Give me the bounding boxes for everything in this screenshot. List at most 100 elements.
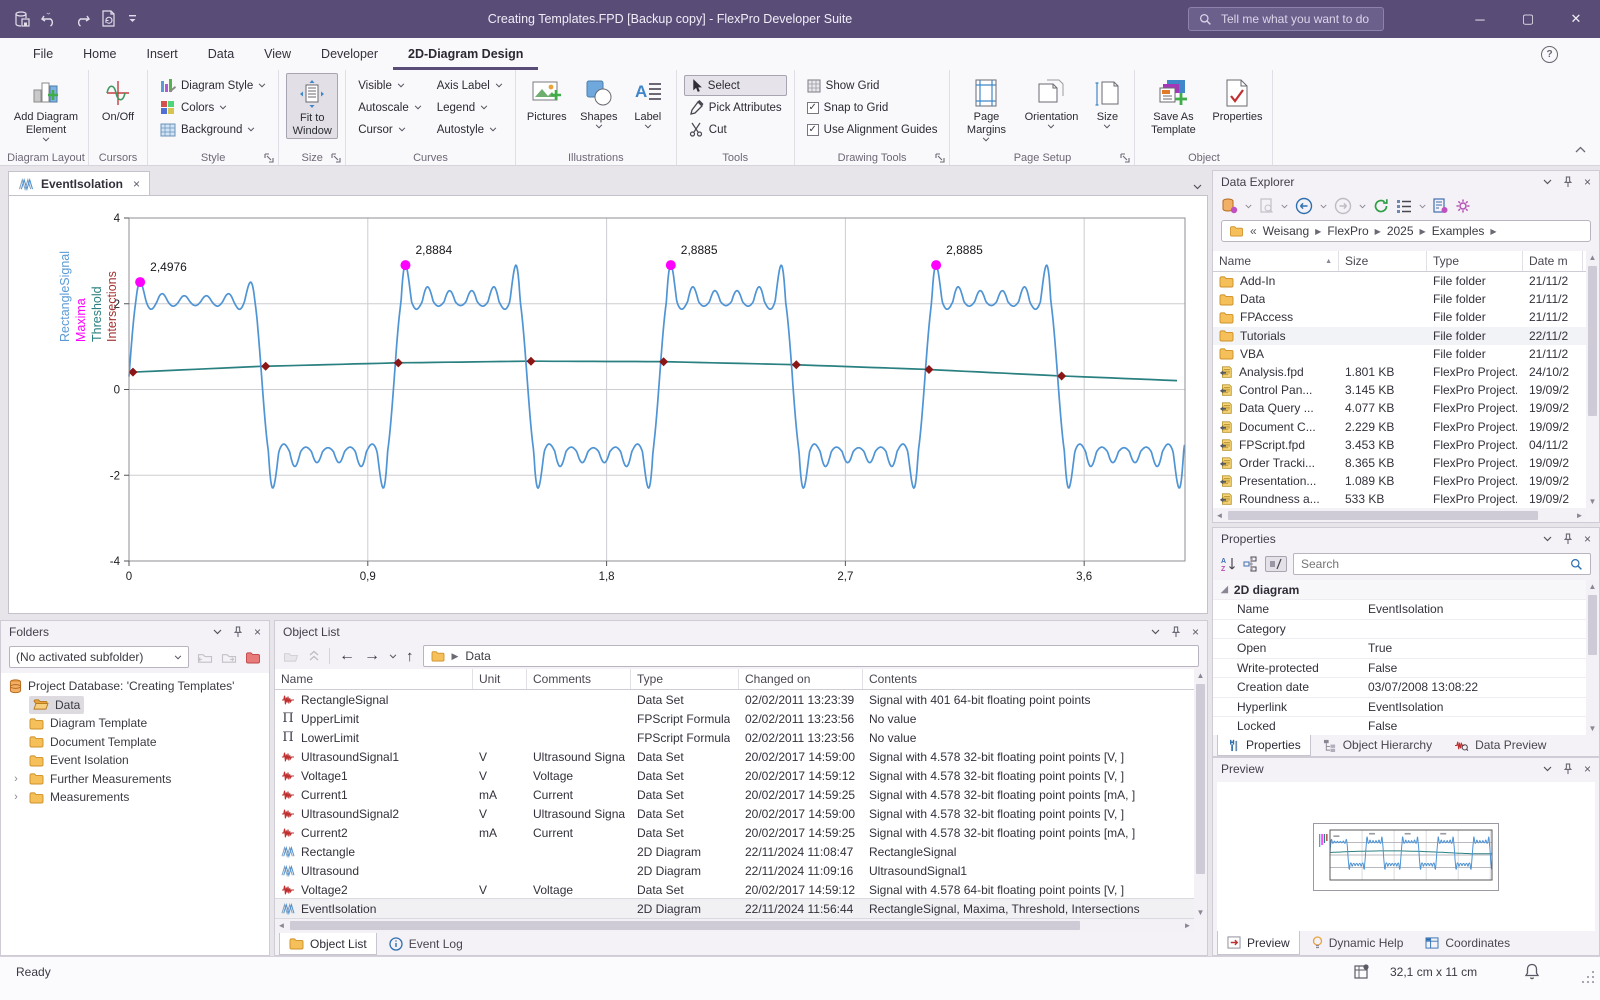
menu-tab-insert[interactable]: Insert <box>132 38 193 70</box>
object-row-upperlimit[interactable]: ΠUpperLimitFPScript Formula02/02/2011 13… <box>275 709 1194 728</box>
explorer-row-tutorials[interactable]: TutorialsFile folder22/11/2 <box>1213 327 1586 345</box>
properties-search-input[interactable] <box>1301 557 1564 571</box>
breadcrumb-item-examples[interactable]: Examples <box>1432 224 1485 238</box>
selected-folder[interactable]: Data <box>29 696 84 714</box>
object-row-ultrasoundsignal1[interactable]: UltrasoundSignal1VUltrasound SignalData … <box>275 747 1194 766</box>
folder-tree-root[interactable]: Project Database: 'Creating Templates' <box>9 677 269 696</box>
background-button[interactable]: Background <box>155 119 271 140</box>
expander-icon[interactable]: ◢ <box>1221 584 1228 595</box>
chevron-down-icon[interactable] <box>1359 204 1366 209</box>
save-database-icon[interactable] <box>14 11 30 28</box>
tab-eventisolation[interactable]: EventIsolation × <box>8 171 150 196</box>
panel-menu-chevron-icon[interactable] <box>1543 179 1552 185</box>
page-setup-status-icon[interactable] <box>1354 963 1371 980</box>
refresh-icon[interactable] <box>1373 198 1389 214</box>
customize-toolbar-icon[interactable] <box>128 15 137 24</box>
explorer-row-document-c-[interactable]: Document C...2.229 KBFlexPro Project...1… <box>1213 418 1586 436</box>
explorer-row-presentation-[interactable]: Presentation...1.089 KBFlexPro Project..… <box>1213 472 1586 490</box>
explorer-row-vba[interactable]: VBAFile folder21/11/2 <box>1213 345 1586 363</box>
property-row-open[interactable]: OpenTrue <box>1213 639 1586 659</box>
property-row-locked[interactable]: LockedFalse <box>1213 717 1586 735</box>
help-icon[interactable]: ? <box>1541 46 1558 63</box>
history-chevron-icon[interactable] <box>389 654 397 659</box>
close-tab-icon[interactable]: × <box>133 177 140 191</box>
preview-thumbnail[interactable] <box>1313 823 1499 891</box>
tab-list-chevron-icon[interactable] <box>1193 184 1202 190</box>
object-row-lowerlimit[interactable]: ΠLowerLimitFPScript Formula02/02/2011 13… <box>275 728 1194 747</box>
property-row-category[interactable]: Category <box>1213 620 1586 640</box>
database-new-icon[interactable] <box>1221 198 1238 214</box>
property-row-name[interactable]: NameEventIsolation <box>1213 600 1586 620</box>
tab-dynamic-help[interactable]: Dynamic Help <box>1302 931 1414 955</box>
orientation-button[interactable]: Orientation <box>1020 73 1082 129</box>
page-margins-button[interactable]: Page Margins <box>957 73 1015 142</box>
column-header-unit[interactable]: Unit <box>473 669 527 689</box>
collapse-ribbon-icon[interactable] <box>1575 146 1586 153</box>
folder-tree-item-data[interactable]: Data <box>9 696 269 715</box>
add-diagram-element-button[interactable]: Add Diagram Element <box>11 73 81 142</box>
navigate-forward-icon[interactable] <box>1334 197 1352 215</box>
explorer-row-fpscript-fpd[interactable]: FPScript.fpd3.453 KBFlexPro Project...04… <box>1213 436 1586 454</box>
object-list-breadcrumb[interactable]: ▶ Data <box>423 645 1200 667</box>
page-size-button[interactable]: Size <box>1087 73 1127 129</box>
forward-icon[interactable]: → <box>364 647 380 665</box>
save-as-template-button[interactable]: Save As Template <box>1142 73 1204 137</box>
dialog-launcher-icon[interactable] <box>331 153 341 163</box>
tab-data-preview[interactable]: Data Preview <box>1444 735 1556 756</box>
tab-event-log[interactable]: Event Log <box>379 933 473 955</box>
navigate-back-icon[interactable] <box>1295 197 1313 215</box>
properties-vscrollbar[interactable]: ▲ ▼ <box>1586 580 1599 735</box>
chevron-down-icon[interactable] <box>1281 204 1288 209</box>
menu-tab-home[interactable]: Home <box>68 38 131 70</box>
dialog-launcher-icon[interactable] <box>935 153 945 163</box>
expand-chevron-icon[interactable]: › <box>9 791 23 803</box>
folder-tree-item-event-isolation[interactable]: Event Isolation <box>9 751 269 770</box>
tab-coordinates[interactable]: Coordinates <box>1415 931 1520 955</box>
property-row-creation-date[interactable]: Creation date03/07/2008 13:08:22 <box>1213 678 1586 698</box>
sort-az-icon[interactable]: AZ <box>1221 556 1237 572</box>
curves-cursor-button[interactable]: Cursor <box>353 119 427 140</box>
data-explorer-hscrollbar[interactable]: ◄ ► <box>1213 509 1586 522</box>
pictures-button[interactable]: Pictures <box>523 73 571 124</box>
chevron-down-icon[interactable] <box>1245 204 1252 209</box>
menu-tab-developer[interactable]: Developer <box>306 38 393 70</box>
explorer-row-data[interactable]: DataFile folder21/11/2 <box>1213 290 1586 308</box>
data-explorer-vscrollbar[interactable]: ▲ ▼ <box>1586 251 1599 508</box>
view-details-icon[interactable] <box>1396 199 1412 213</box>
curves-legend-button[interactable]: Legend <box>432 97 508 118</box>
close-panel-icon[interactable]: × <box>1192 625 1199 639</box>
explorer-row-analysis-fpd[interactable]: Analysis.fpd1.801 KBFlexPro Project...24… <box>1213 363 1586 381</box>
curves-axis-label-button[interactable]: Axis Label <box>432 75 508 96</box>
folder-tree-item-document-template[interactable]: Document Template <box>9 733 269 752</box>
data-explorer-breadcrumb[interactable]: « Weisang▶FlexPro▶2025▶Examples▶ <box>1221 220 1591 242</box>
expand-chevron-icon[interactable]: › <box>9 773 23 785</box>
object-row-voltage2[interactable]: Voltage2VVoltageData Set20/02/2017 14:59… <box>275 880 1194 899</box>
notifications-bell-icon[interactable] <box>1524 963 1540 980</box>
explorer-row-add-in[interactable]: Add-InFile folder21/11/2 <box>1213 272 1586 290</box>
pin-icon[interactable] <box>1563 763 1573 775</box>
object-row-current2[interactable]: Current2mACurrentData Set20/02/2017 14:5… <box>275 823 1194 842</box>
use-alignment-guides-checkbox[interactable]: ✓ Use Alignment Guides <box>802 119 943 140</box>
pin-icon[interactable] <box>1171 626 1181 638</box>
dialog-launcher-icon[interactable] <box>264 153 274 163</box>
deactivate-folder-icon[interactable] <box>197 651 213 664</box>
object-row-ultrasoundsignal2[interactable]: UltrasoundSignal2VUltrasound SignalData … <box>275 804 1194 823</box>
maximize-button[interactable]: ▢ <box>1504 0 1552 38</box>
toggle-value-icon[interactable] <box>1265 556 1287 572</box>
curves-autostyle-button[interactable]: Autostyle <box>432 119 508 140</box>
diagram-style-button[interactable]: Diagram Style <box>155 75 271 96</box>
chevron-down-icon[interactable] <box>1419 204 1426 209</box>
column-header-name[interactable]: Name <box>275 669 473 689</box>
breadcrumb-collapse[interactable]: « <box>1250 224 1257 238</box>
minimize-button[interactable]: ─ <box>1456 0 1504 38</box>
column-header-changed-on[interactable]: Changed on <box>739 669 863 689</box>
folder-tree-item-measurements[interactable]: ›Measurements <box>9 788 269 807</box>
object-list-hscrollbar[interactable]: ◄ ► <box>275 919 1194 932</box>
folder-tree-item-further-measurements[interactable]: ›Further Measurements <box>9 770 269 789</box>
redo-icon[interactable] <box>74 12 90 27</box>
property-row-write-protected[interactable]: Write-protectedFalse <box>1213 659 1586 679</box>
properties-search[interactable] <box>1293 553 1591 575</box>
snap-to-grid-checkbox[interactable]: ✓ Snap to Grid <box>802 97 943 118</box>
up-icon[interactable]: ↑ <box>406 648 414 665</box>
panel-menu-chevron-icon[interactable] <box>213 629 222 635</box>
